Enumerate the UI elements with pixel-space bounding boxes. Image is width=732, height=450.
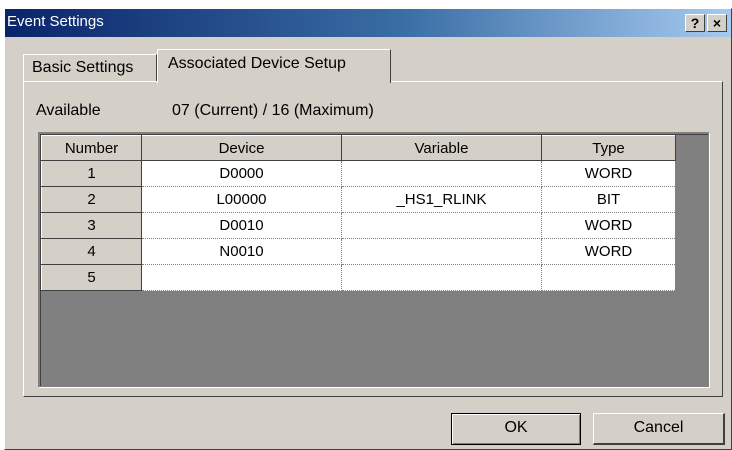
tab-panel: Available 07 (Current) / 16 (Maximum) Nu… [23, 81, 723, 397]
help-icon[interactable]: ? [685, 14, 705, 32]
column-header-number[interactable]: Number [41, 135, 142, 161]
table-header-row: Number Device Variable Type [41, 135, 676, 161]
variable-cell[interactable] [341, 160, 542, 187]
device-cell[interactable]: D0000 [141, 160, 342, 187]
table-row[interactable]: 4 N0010 WORD [41, 238, 676, 265]
variable-cell[interactable] [341, 212, 542, 239]
column-header-variable[interactable]: Variable [341, 135, 542, 161]
close-icon[interactable]: × [707, 14, 727, 32]
event-settings-dialog: Event Settings ? × Basic Settings Associ… [4, 8, 732, 450]
device-cell[interactable]: L00000 [141, 186, 342, 213]
cancel-button[interactable]: Cancel [593, 413, 725, 445]
device-cell[interactable]: N0010 [141, 238, 342, 265]
row-number[interactable]: 1 [41, 160, 142, 187]
tab-associated-device-setup[interactable]: Associated Device Setup [157, 49, 391, 83]
dialog-title: Event Settings [7, 13, 104, 30]
table-row[interactable]: 3 D0010 WORD [41, 212, 676, 239]
type-cell[interactable] [541, 264, 676, 291]
row-number[interactable]: 2 [41, 186, 142, 213]
variable-cell[interactable] [341, 238, 542, 265]
tab-basic-settings[interactable]: Basic Settings [23, 54, 157, 82]
title-bar[interactable]: Event Settings ? × [5, 9, 731, 37]
variable-cell[interactable]: _HS1_RLINK [341, 186, 542, 213]
type-cell[interactable]: WORD [541, 160, 676, 187]
table-row[interactable]: 1 D0000 WORD [41, 160, 676, 187]
row-number[interactable]: 3 [41, 212, 142, 239]
type-cell[interactable]: WORD [541, 212, 676, 239]
variable-cell[interactable] [341, 264, 542, 291]
row-number[interactable]: 4 [41, 238, 142, 265]
type-cell[interactable]: WORD [541, 238, 676, 265]
column-header-device[interactable]: Device [141, 135, 342, 161]
row-number[interactable]: 5 [41, 264, 142, 291]
available-count: 07 (Current) / 16 (Maximum) [172, 102, 374, 119]
type-cell[interactable]: BIT [541, 186, 676, 213]
ok-button[interactable]: OK [451, 413, 581, 445]
device-cell[interactable] [141, 264, 342, 291]
column-header-type[interactable]: Type [541, 135, 676, 161]
available-label: Available [36, 102, 101, 119]
table-row[interactable]: 5 [41, 264, 676, 291]
table-row[interactable]: 2 L00000 _HS1_RLINK BIT [41, 186, 676, 213]
device-grid: Number Device Variable Type 1 D0000 WORD [38, 132, 710, 388]
device-cell[interactable]: D0010 [141, 212, 342, 239]
device-table: Number Device Variable Type 1 D0000 WORD [41, 135, 676, 291]
